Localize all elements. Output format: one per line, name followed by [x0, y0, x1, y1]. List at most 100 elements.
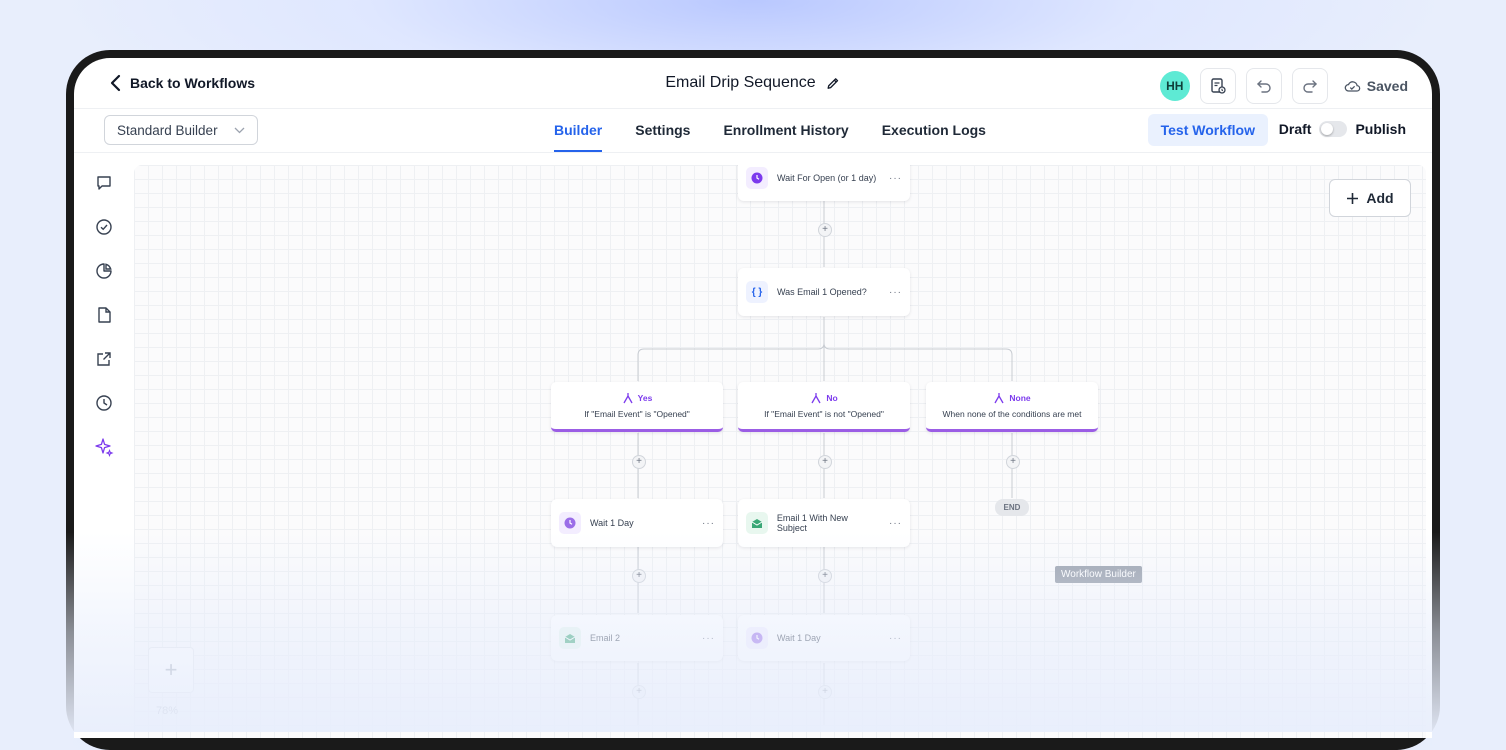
- email-icon: [746, 512, 768, 534]
- add-label: Add: [1366, 190, 1394, 206]
- code-braces-icon: { }: [746, 281, 768, 303]
- branch-icon: [994, 393, 1004, 404]
- more-options-icon[interactable]: ···: [702, 518, 715, 529]
- builder-type-value: Standard Builder: [117, 122, 218, 138]
- branch-description: If "Email Event" is not "Opened": [764, 409, 884, 419]
- branch-description: If "Email Event" is "Opened": [584, 409, 690, 419]
- branch-no[interactable]: No If "Email Event" is not "Opened": [738, 382, 910, 432]
- branch-label: None: [1009, 393, 1031, 403]
- draft-label: Draft: [1278, 121, 1312, 137]
- add-step-button[interactable]: +: [818, 223, 832, 237]
- avatar[interactable]: HH: [1159, 71, 1190, 101]
- sidebar-item-tasks[interactable]: [93, 216, 115, 238]
- tooltip: Workflow Builder: [1055, 566, 1142, 583]
- branch-description: When none of the conditions are met: [942, 409, 1082, 419]
- top-bar: Back to Workflows Email Drip Sequence HH…: [74, 58, 1432, 109]
- plus-icon: [1347, 192, 1359, 204]
- sidebar-item-history[interactable]: [93, 392, 115, 414]
- add-step-button[interactable]: +: [632, 455, 646, 469]
- page-title: Email Drip Sequence: [665, 74, 816, 91]
- branch-none[interactable]: None When none of the conditions are met: [926, 382, 1098, 432]
- branch-yes-header: Yes: [622, 392, 653, 404]
- sidebar-item-comments[interactable]: [93, 172, 115, 194]
- check-circle-icon: [96, 219, 112, 235]
- node-label: Wait 1 Day: [777, 633, 821, 643]
- sidebar-item-stats[interactable]: [93, 260, 115, 282]
- node-label: Wait 1 Day: [590, 518, 634, 528]
- back-label: Back to Workflows: [130, 75, 255, 91]
- branch-label: Yes: [637, 393, 653, 403]
- save-status: Saved: [1344, 78, 1408, 94]
- branch-no-header: No: [810, 392, 838, 404]
- add-step-button[interactable]: +: [1006, 455, 1020, 469]
- branch-icon: [623, 393, 633, 404]
- saved-label: Saved: [1366, 78, 1408, 94]
- chat-bubble-icon: [97, 176, 111, 190]
- zoom-in-button[interactable]: +: [148, 647, 194, 693]
- back-to-workflows-link[interactable]: Back to Workflows: [110, 74, 255, 92]
- sub-toolbar: Standard Builder Builder Settings Enroll…: [74, 108, 1432, 153]
- clock-icon: [559, 512, 581, 534]
- node-label: Email 2: [590, 633, 621, 643]
- add-step-button[interactable]: +: [818, 685, 832, 699]
- add-button[interactable]: Add: [1329, 179, 1411, 217]
- node-email-2[interactable]: Email 2 ···: [551, 615, 723, 661]
- node-wait-for-open[interactable]: Wait For Open (or 1 day) ···: [738, 165, 910, 201]
- add-step-button[interactable]: +: [818, 455, 832, 469]
- test-workflow-button[interactable]: Test Workflow: [1147, 114, 1268, 146]
- add-step-button[interactable]: +: [632, 569, 646, 583]
- clock-icon: [96, 395, 112, 411]
- tab-bar: Builder Settings Enrollment History Exec…: [554, 108, 986, 152]
- cloud-check-icon: [1344, 81, 1361, 92]
- app-screen: Back to Workflows Email Drip Sequence HH…: [74, 58, 1432, 738]
- more-options-icon[interactable]: ···: [889, 287, 902, 298]
- email-icon: [559, 627, 581, 649]
- clock-icon: [746, 627, 768, 649]
- more-options-icon[interactable]: ···: [889, 173, 902, 184]
- pie-chart-icon: [96, 263, 112, 279]
- undo-icon: [1256, 80, 1271, 93]
- node-email-new-subject[interactable]: Email 1 With New Subject ···: [738, 499, 910, 547]
- sidebar-item-ai[interactable]: [93, 436, 115, 458]
- add-step-button[interactable]: +: [818, 569, 832, 583]
- clock-icon: [746, 167, 768, 189]
- end-marker: END: [995, 499, 1029, 516]
- chevron-down-icon: [234, 127, 245, 133]
- branch-icon: [811, 393, 821, 404]
- file-icon: [98, 307, 111, 323]
- header-tools: HH Saved: [1159, 68, 1408, 104]
- node-wait-1-day[interactable]: Wait 1 Day ···: [551, 499, 723, 547]
- branch-label: No: [826, 393, 838, 403]
- undo-button[interactable]: [1245, 68, 1282, 104]
- more-options-icon[interactable]: ···: [889, 518, 902, 529]
- builder-type-select[interactable]: Standard Builder: [104, 115, 258, 145]
- more-options-icon[interactable]: ···: [702, 633, 715, 644]
- publish-toggle-group: Draft Publish: [1279, 121, 1406, 137]
- redo-icon: [1303, 80, 1317, 93]
- add-step-button[interactable]: +: [632, 685, 646, 699]
- notes-button[interactable]: [1199, 68, 1236, 104]
- sidebar-item-notes[interactable]: [93, 304, 115, 326]
- tab-enrollment-history[interactable]: Enrollment History: [723, 108, 848, 152]
- workflow-title[interactable]: Email Drip Sequence: [665, 74, 840, 92]
- tab-execution-logs[interactable]: Execution Logs: [882, 108, 986, 152]
- publish-toggle[interactable]: [1319, 121, 1348, 137]
- chevron-left-icon: [110, 74, 121, 92]
- branch-none-header: None: [993, 392, 1031, 404]
- more-options-icon[interactable]: ···: [889, 633, 902, 644]
- node-wait-1-day-b[interactable]: Wait 1 Day ···: [738, 615, 910, 661]
- branch-yes[interactable]: Yes If "Email Event" is "Opened": [551, 382, 723, 432]
- sparkle-icon: [95, 438, 114, 457]
- node-label: Email 1 With New Subject: [776, 513, 848, 533]
- tab-builder[interactable]: Builder: [554, 108, 603, 152]
- tab-settings[interactable]: Settings: [635, 108, 690, 152]
- node-label: Was Email 1 Opened?: [777, 287, 867, 297]
- left-sidebar: [74, 152, 132, 738]
- node-condition[interactable]: { } Was Email 1 Opened? ···: [738, 268, 910, 316]
- sidebar-item-external[interactable]: [93, 348, 115, 370]
- pencil-icon[interactable]: [826, 76, 841, 91]
- zoom-level: 78%: [156, 705, 179, 717]
- document-history-icon: [1211, 78, 1226, 94]
- workflow-canvas[interactable]: Wait For Open (or 1 day) ··· + { } Was E…: [134, 165, 1426, 738]
- redo-button[interactable]: [1291, 68, 1328, 104]
